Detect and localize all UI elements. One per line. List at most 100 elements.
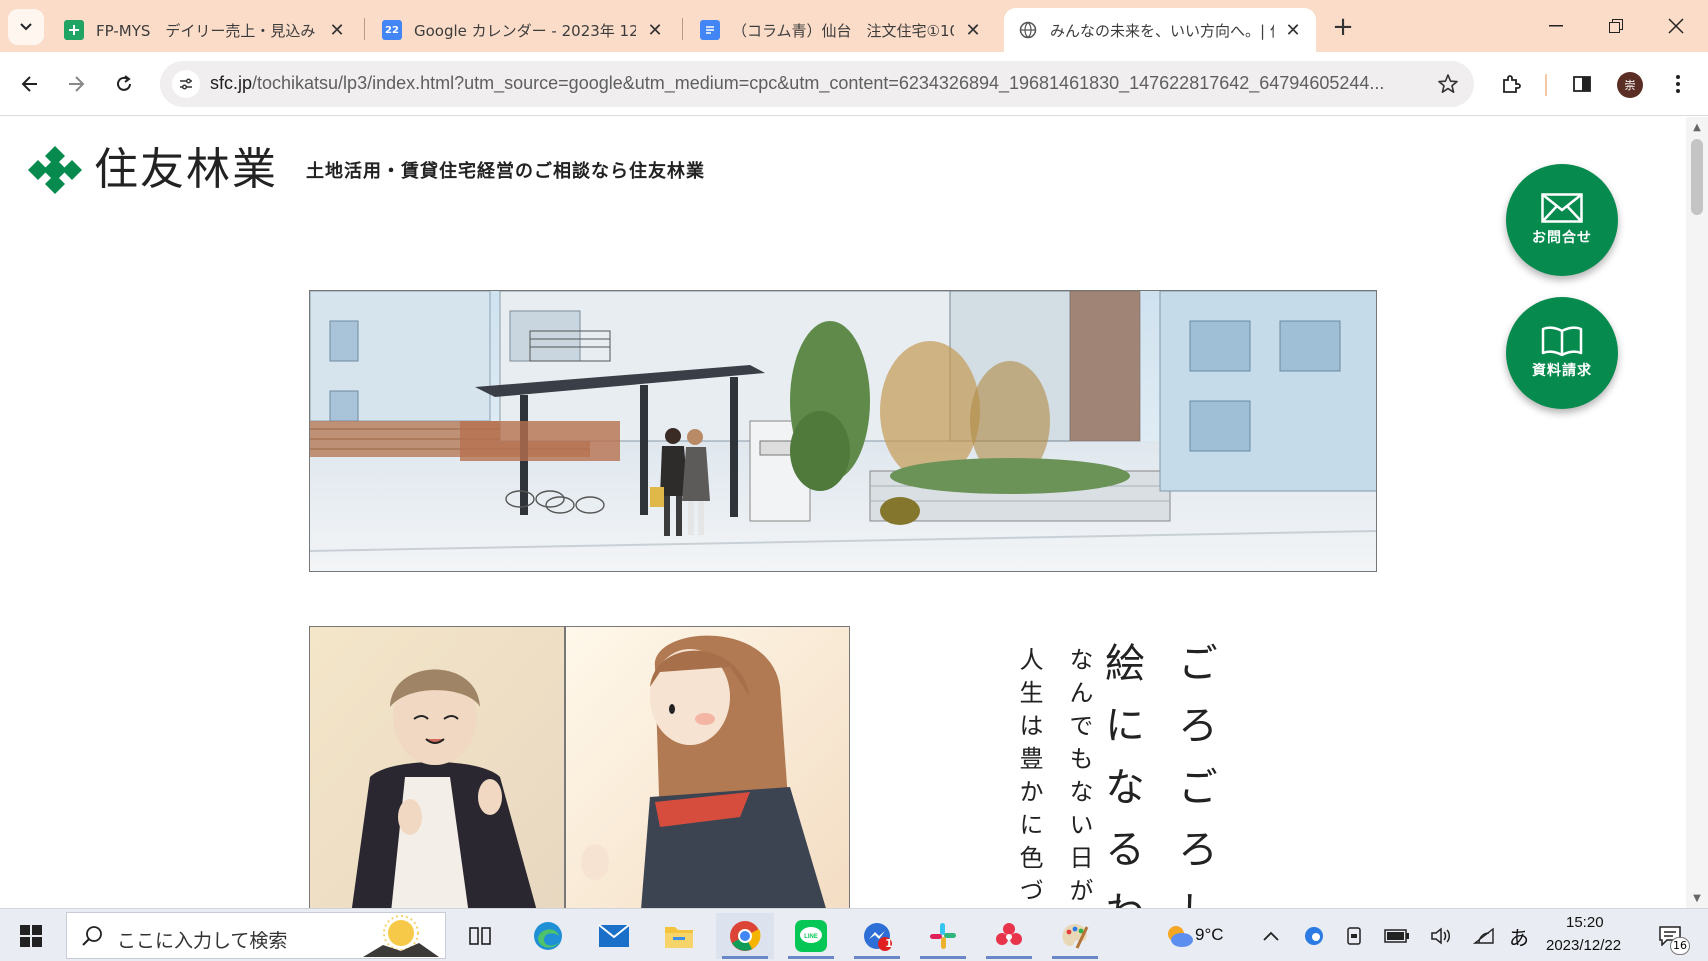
minimize-button[interactable] <box>1526 8 1586 44</box>
web-page: 住友林業 土地活用・賃貸住宅経営のご相談なら住友林業 お問合せ 資料請求 ごろご… <box>0 117 1686 908</box>
notification-center-button[interactable]: 16 <box>1648 913 1692 959</box>
contact-button-label: お問合せ <box>1532 230 1592 246</box>
edge-icon <box>1305 927 1323 945</box>
taskbar-edge[interactable] <box>519 913 577 959</box>
page-tagline: 土地活用・賃貸住宅経営のご相談なら住友林業 <box>306 161 705 182</box>
close-icon[interactable]: ✕ <box>962 19 984 41</box>
reload-button[interactable] <box>106 66 142 102</box>
paint-palette-icon <box>1062 924 1089 949</box>
battery-icon <box>1384 929 1409 943</box>
tray-edge-icon-button[interactable] <box>1297 913 1331 959</box>
bookmark-star-icon[interactable] <box>1436 72 1460 96</box>
windows-taskbar: ここに入力して検索 LINE 1 9°C あ 15:20 2023/12/22 … <box>0 908 1708 961</box>
taskbar-mail[interactable] <box>585 913 643 959</box>
line-app-icon: LINE <box>795 920 827 952</box>
brochure-request-button[interactable]: 資料請求 <box>1506 297 1618 409</box>
tray-overflow-button[interactable] <box>1254 913 1288 959</box>
kebab-menu-icon <box>1676 75 1680 93</box>
taskbar-messenger[interactable]: 1 <box>848 913 906 959</box>
site-info-icon[interactable] <box>172 70 200 98</box>
ime-indicator[interactable]: あ <box>1509 922 1529 951</box>
weather-temp: 9°C <box>1195 925 1224 944</box>
close-icon[interactable]: ✕ <box>644 19 666 41</box>
tab-fp-mys[interactable]: FP-MYS デイリー売上・見込み・ア ✕ <box>50 8 360 52</box>
globe-icon <box>1018 20 1038 40</box>
speaker-icon <box>1431 927 1450 945</box>
menu-button[interactable] <box>1660 66 1696 102</box>
search-highlight-sun-icon <box>363 915 439 957</box>
extensions-button[interactable] <box>1493 66 1529 102</box>
back-button[interactable] <box>12 66 48 102</box>
weather-cloud-sun-icon <box>1168 926 1193 947</box>
contact-button[interactable]: お問合せ <box>1506 164 1618 276</box>
tray-volume[interactable] <box>1424 913 1458 959</box>
close-icon[interactable]: ✕ <box>1282 19 1304 41</box>
tab-sumitomo-active[interactable]: みんなの未来を、いい方向へ。| 住 ✕ <box>1004 8 1316 52</box>
svg-text:LINE: LINE <box>804 934 818 940</box>
taskbar-line[interactable]: LINE <box>782 913 840 959</box>
close-icon[interactable]: ✕ <box>326 19 348 41</box>
comic-illustration-couple <box>309 626 850 908</box>
hero-illustration-apartment <box>309 290 1377 572</box>
brand-logo[interactable]: 住友林業 <box>24 144 278 196</box>
envelope-icon <box>1541 193 1583 223</box>
address-bar[interactable]: sfc.jp/tochikatsu/lp3/index.html?utm_sou… <box>160 61 1474 107</box>
tab-google-calendar[interactable]: 22 Google カレンダー - 2023年 12月 ✕ <box>368 8 678 52</box>
start-button[interactable] <box>2 913 60 959</box>
clock-date[interactable]: 2023/12/22 <box>1546 937 1621 954</box>
open-book-icon <box>1541 326 1583 356</box>
taskbar-paint[interactable] <box>1046 913 1104 959</box>
browser-toolbar: sfc.jp/tochikatsu/lp3/index.html?utm_sou… <box>0 52 1708 116</box>
restore-button[interactable] <box>1586 8 1646 44</box>
url-host: sfc.jp <box>210 73 253 93</box>
tab-title: みんなの未来を、いい方向へ。| 住 <box>1050 21 1274 40</box>
arrow-left-icon <box>21 76 37 92</box>
brand-name: 住友林業 <box>94 144 278 195</box>
vertical-copy-col1: ごろごろし <box>1171 642 1217 908</box>
apartment-illustration <box>310 291 1376 571</box>
profile-avatar[interactable]: 崇 <box>1617 72 1643 98</box>
side-panel-button[interactable] <box>1564 66 1600 102</box>
tab-search-button[interactable] <box>8 9 44 45</box>
scroll-down-arrow-icon[interactable]: ▼ <box>1692 894 1702 904</box>
taskbar-slack[interactable] <box>914 913 972 959</box>
taskbar-search-placeholder: ここに入力して検索 <box>117 930 288 952</box>
taskbar-search-box[interactable]: ここに入力して検索 <box>66 912 446 959</box>
chevron-up-icon <box>1263 931 1279 941</box>
messenger-badge: 1 <box>885 937 893 950</box>
tab-column-doc[interactable]: （コラム青）仙台 注文住宅①10 ✕ <box>686 8 996 52</box>
calendar-icon: 22 <box>382 20 402 40</box>
side-panel-icon <box>1573 76 1591 92</box>
brochure-button-label: 資料請求 <box>1532 363 1592 379</box>
edge-icon <box>534 922 562 950</box>
couple-illustration <box>310 627 849 908</box>
taskbar-flower-app[interactable] <box>980 913 1038 959</box>
reload-icon <box>117 75 131 91</box>
scrollbar-thumb[interactable] <box>1691 139 1703 215</box>
restore-icon <box>1609 19 1623 33</box>
page-scrollbar[interactable]: ▲ ▼ <box>1686 117 1708 908</box>
close-window-button[interactable] <box>1646 8 1706 44</box>
tab-title: （コラム青）仙台 注文住宅①10 <box>732 21 954 40</box>
vertical-copy-col3: なんでもない日が <box>1065 647 1093 908</box>
task-view-button[interactable] <box>452 913 510 959</box>
clock-time[interactable]: 15:20 <box>1566 914 1604 931</box>
tray-wifi[interactable] <box>1467 913 1501 959</box>
task-view-icon <box>469 927 491 945</box>
tab-title: FP-MYS デイリー売上・見込み・ア <box>96 21 318 40</box>
tray-battery[interactable] <box>1380 913 1414 959</box>
flower-app-icon <box>996 923 1022 945</box>
new-tab-button[interactable]: + <box>1328 12 1358 42</box>
scroll-up-arrow-icon[interactable]: ▲ <box>1692 123 1702 133</box>
taskbar-file-explorer[interactable] <box>650 913 708 959</box>
forward-button[interactable] <box>58 66 94 102</box>
tray-meet-button[interactable] <box>1338 913 1372 959</box>
slack-icon <box>930 923 956 949</box>
chrome-icon <box>730 921 761 951</box>
url-path: /tochikatsu/lp3/index.html?utm_source=go… <box>252 73 1385 93</box>
folder-icon <box>665 927 693 948</box>
meet-now-icon <box>1347 927 1361 945</box>
taskbar-chrome[interactable] <box>716 913 774 959</box>
windows-logo-icon <box>20 925 42 947</box>
arrow-right-icon <box>69 76 85 92</box>
